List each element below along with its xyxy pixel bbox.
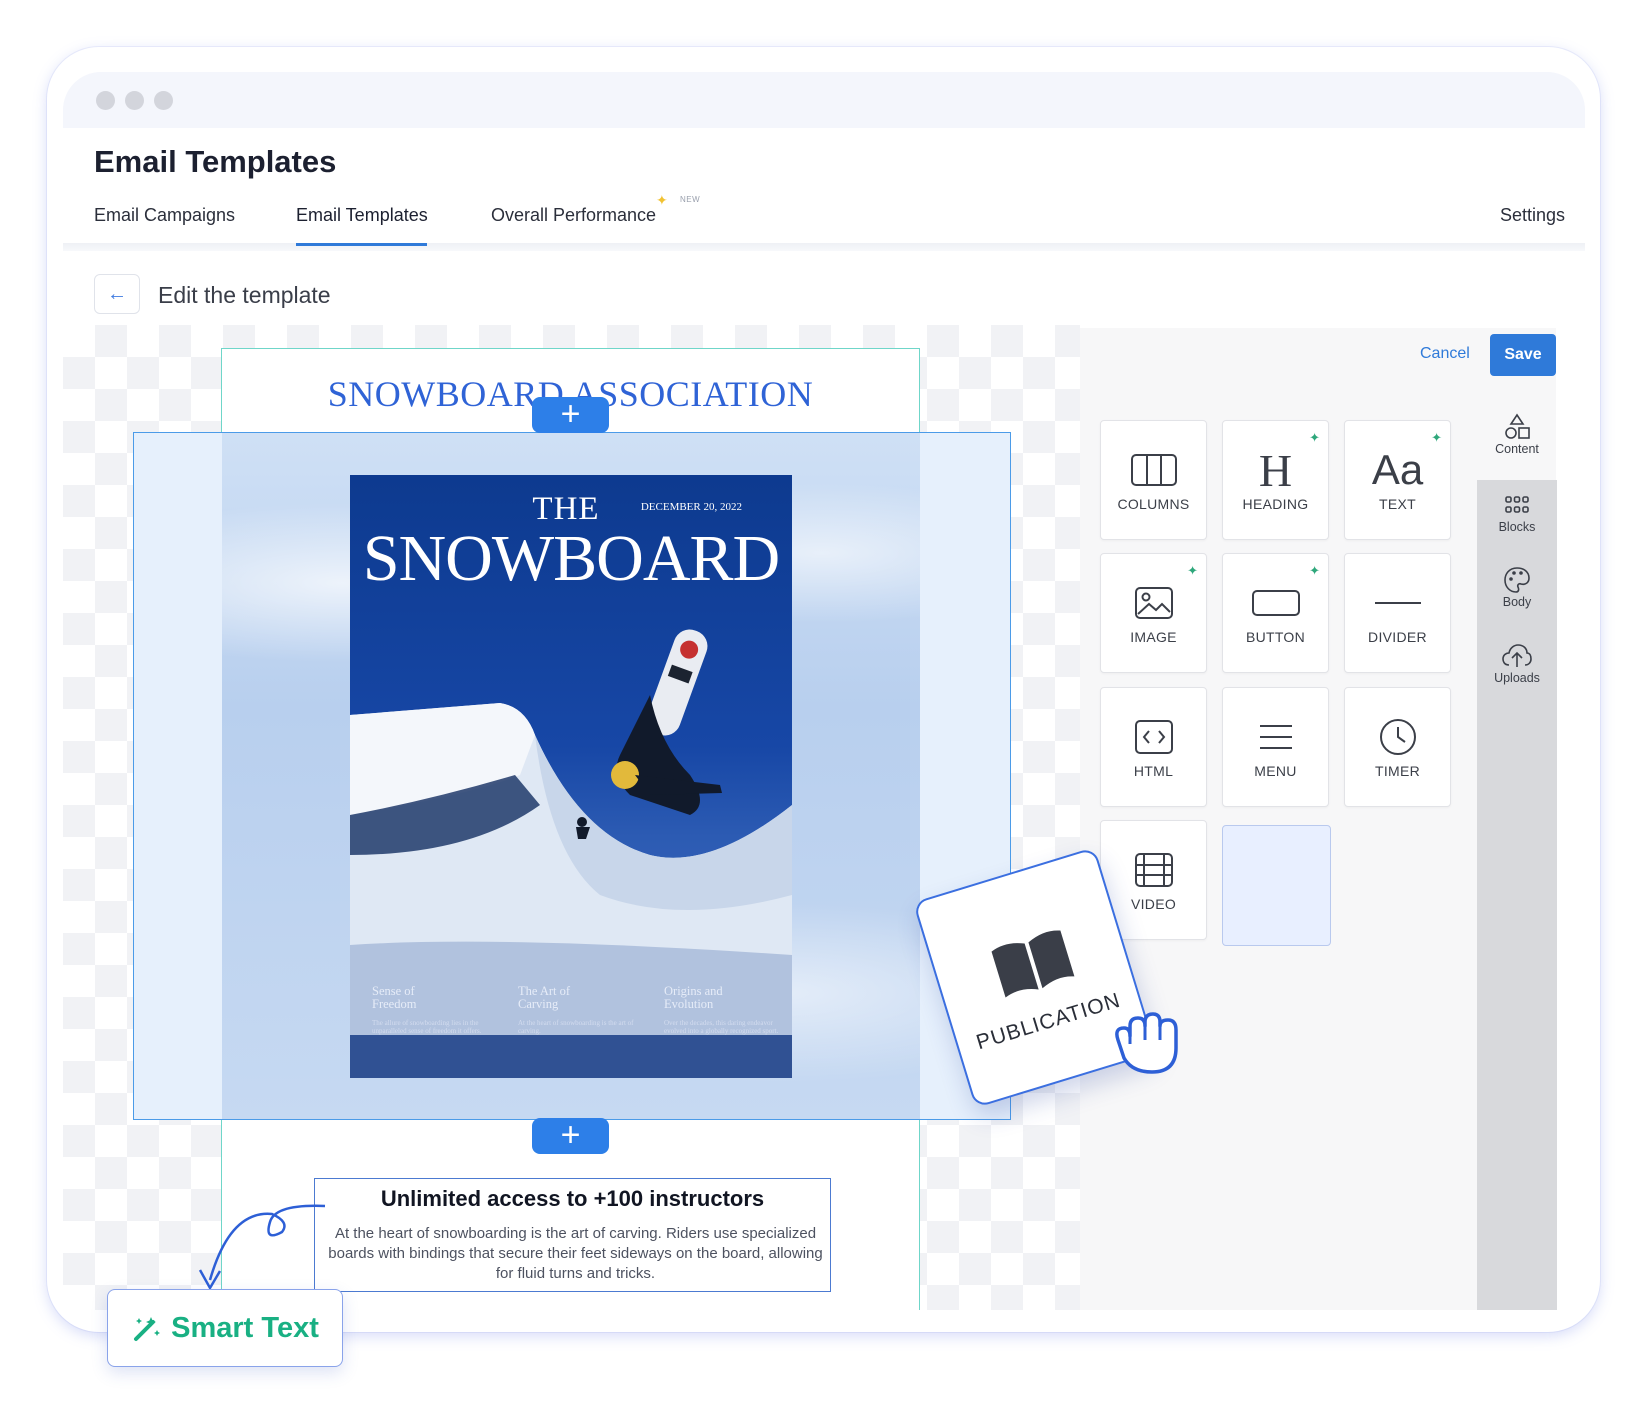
cover-column-2: The Art of Carving At the heart of snowbo… [518,984,638,1036]
magazine-cover-image[interactable]: THE DECEMBER 20, 2022 SNOWBOARD Sense of… [350,475,792,1078]
active-tab-indicator [296,243,427,246]
arrow-left-icon: ← [107,282,127,305]
page-title: Email Templates [94,144,337,179]
text-block[interactable]: Unlimited access to +100 instructors At … [314,1178,831,1292]
window-dot-minimize[interactable] [125,91,144,110]
sidebar-item-label: Content [1495,442,1539,456]
grid-icon [1505,496,1529,513]
save-button[interactable]: Save [1490,334,1556,376]
tool-label: COLUMNS [1117,496,1190,512]
tool-button[interactable]: ✦ BUTTON [1222,553,1329,673]
window-titlebar [63,72,1585,128]
ai-sparkle-icon: ✦ [1187,563,1198,578]
cover-title: SNOWBOARD [362,522,780,595]
divider-icon [1374,602,1421,604]
new-badge: NEW [680,195,701,204]
html-icon [1134,720,1173,754]
tab-overall-performance[interactable]: Overall Performance [491,205,656,226]
add-block-above-button[interactable]: + [532,397,609,433]
window-dot-maximize[interactable] [154,91,173,110]
menu-icon [1259,725,1292,749]
ai-sparkle-icon: ✦ [1309,563,1320,578]
add-block-below-button[interactable]: + [532,1118,609,1154]
sidebar-item-content[interactable]: Content [1477,412,1557,456]
book-icon [991,930,1075,998]
cover-column-heading: Freedom [372,997,417,1011]
ai-sparkle-icon: ✦ [1309,430,1320,445]
tool-label: MENU [1254,763,1297,779]
drop-placeholder [1222,825,1331,946]
plus-icon: + [560,395,581,433]
tool-label: VIDEO [1130,896,1177,912]
tab-settings[interactable]: Settings [1500,205,1565,226]
button-icon [1251,590,1300,616]
tool-divider[interactable]: DIVIDER [1344,553,1451,673]
smart-text-badge[interactable]: Smart Text [107,1289,343,1367]
tool-label: TEXT [1379,496,1416,512]
cover-column-heading: Origins and [664,984,723,998]
text-block-heading[interactable]: Unlimited access to +100 instructors [315,1186,830,1212]
ai-sparkle-icon: ✦ [1431,430,1442,445]
tool-text[interactable]: ✦ Aa TEXT [1344,420,1451,540]
heading-icon: H [1258,444,1293,496]
tab-email-templates[interactable]: Email Templates [296,205,428,226]
tab-email-campaigns[interactable]: Email Campaigns [94,205,235,226]
tool-label: HTML [1133,763,1174,779]
window-dot-close[interactable] [96,91,115,110]
sidebar-item-label: Blocks [1498,520,1536,534]
cover-date: DECEMBER 20, 2022 [640,501,742,513]
cover-column-heading: Evolution [664,997,714,1011]
image-icon [1134,587,1173,619]
tool-label: DIVIDER [1368,629,1427,645]
tool-label: IMAGE [1130,629,1177,645]
cover-column-heading: Sense of [372,984,415,998]
tool-html[interactable]: HTML [1100,687,1207,807]
tool-image[interactable]: ✦ IMAGE [1100,553,1207,673]
editor-title: Edit the template [158,282,331,308]
plus-icon: + [560,1116,581,1154]
sidebar-item-uploads[interactable]: Uploads [1477,641,1557,685]
sidebar-item-blocks[interactable]: Blocks [1477,490,1557,534]
cover-column-heading: Carving [518,997,559,1011]
back-button[interactable]: ← [94,274,140,314]
timer-icon [1379,719,1416,755]
cover-column-body: At the heart of snowboarding is the art … [518,1019,634,1035]
cover-column-heading: The Art of [518,984,571,998]
palette-icon [1504,567,1530,593]
video-icon [1134,853,1173,887]
sidebar-item-label: Uploads [1494,671,1540,685]
cancel-button[interactable]: Cancel [1420,345,1470,363]
cover-column-1: Sense of Freedom The allure of snowboardi… [372,984,492,1036]
magic-wand-icon [134,1317,161,1341]
tool-columns[interactable]: COLUMNS [1100,420,1207,540]
sidebar-item-body[interactable]: Body [1477,565,1557,609]
tool-label: TIMER [1374,763,1421,779]
tool-timer[interactable]: TIMER [1344,687,1451,807]
columns-icon [1130,454,1177,486]
sparkle-icon: ✦ [656,192,668,208]
tool-label: HEADING [1242,496,1309,512]
smart-text-label: Smart Text [171,1311,319,1344]
text-block-body[interactable]: At the heart of snowboarding is the art … [321,1224,830,1284]
shapes-icon [1505,413,1530,439]
text-icon: Aa [1371,446,1424,493]
cover-column-body: The allure of snowboarding lies in the u… [372,1019,482,1035]
cover-column-3: Origins and Evolution Over the decades, t… [664,984,784,1036]
tabs-divider [63,243,1585,251]
grab-hand-icon [1115,1012,1178,1074]
cover-column-body: Over the decades, this daring endeavor e… [664,1019,779,1035]
tool-menu[interactable]: MENU [1222,687,1329,807]
tool-heading[interactable]: ✦ H HEADING [1222,420,1329,540]
sidebar-item-label: Body [1502,595,1532,609]
tool-label: BUTTON [1245,629,1306,645]
cloud-upload-icon [1502,644,1532,667]
